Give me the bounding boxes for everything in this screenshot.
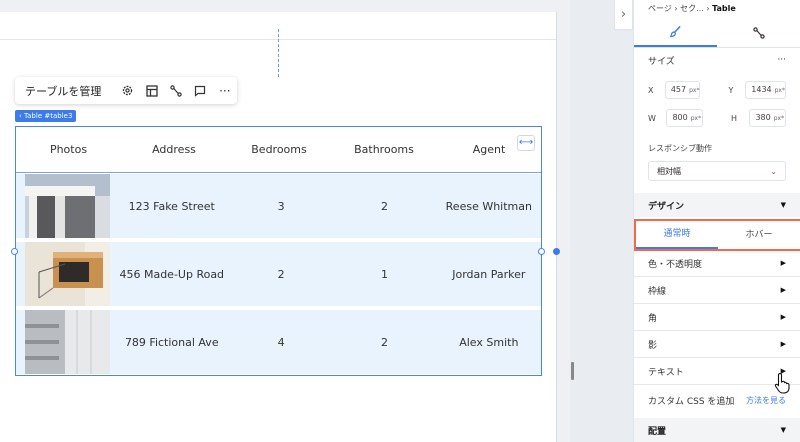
triangle-down-icon: ▼ bbox=[780, 201, 786, 209]
breadcrumb-current: Table bbox=[712, 4, 736, 13]
editor-canvas: テーブルを管理 ··· ‹ Table #table3 Photos Addre… bbox=[0, 0, 570, 442]
breadcrumb-section[interactable]: セク... bbox=[680, 4, 704, 13]
property-corners[interactable]: 角 ▶ bbox=[634, 304, 800, 331]
layout-icon[interactable] bbox=[140, 77, 164, 104]
guide-line bbox=[278, 29, 279, 77]
house-photo bbox=[25, 242, 110, 306]
stretch-icon[interactable]: ⟷ bbox=[517, 135, 535, 151]
property-border[interactable]: 枠線 ▶ bbox=[634, 277, 800, 304]
size-label: サイズ bbox=[648, 56, 675, 67]
responsive-dropdown[interactable]: 相対幅 ⌄ bbox=[648, 161, 786, 181]
address-cell: 789 Fictional Ave bbox=[124, 335, 219, 349]
bedrooms-cell: 3 bbox=[277, 199, 285, 213]
bedrooms-cell: 2 bbox=[277, 267, 285, 281]
house-photo bbox=[25, 310, 110, 374]
column-header: Photos bbox=[49, 143, 88, 156]
hand-cursor-icon bbox=[774, 372, 792, 399]
connect-icon[interactable] bbox=[164, 77, 188, 104]
arrangement-label: 配置 bbox=[648, 426, 667, 437]
collapse-panel-button[interactable]: › bbox=[614, 0, 633, 30]
agent-cell: Alex Smith bbox=[459, 335, 519, 349]
triangle-right-icon: ▶ bbox=[780, 313, 786, 321]
agent-cell: Jordan Parker bbox=[452, 267, 526, 281]
w-label: W bbox=[648, 113, 656, 123]
anchor-dot[interactable] bbox=[553, 248, 560, 255]
bathrooms-cell: 1 bbox=[380, 267, 388, 281]
triangle-down-icon: ▼ bbox=[780, 426, 786, 434]
comment-icon[interactable] bbox=[188, 77, 212, 104]
state-hover-tab[interactable]: ホバー bbox=[718, 221, 800, 249]
breadcrumb-page[interactable]: ページ bbox=[648, 4, 672, 13]
width-field[interactable]: 800 px* bbox=[666, 109, 703, 127]
h-label: H bbox=[731, 113, 738, 123]
table-widget[interactable]: Photos Address Bedrooms Bathrooms Agent … bbox=[15, 126, 542, 376]
table-row[interactable]: 789 Fictional Ave 4 2 Alex Smith bbox=[16, 310, 541, 374]
bedrooms-cell: 4 bbox=[277, 335, 285, 349]
x-field[interactable]: 457 px* bbox=[664, 81, 701, 99]
height-field[interactable]: 380 px* bbox=[749, 109, 786, 127]
more-icon[interactable]: ··· bbox=[777, 55, 786, 65]
property-shadow[interactable]: 影 ▶ bbox=[634, 331, 800, 358]
gear-icon[interactable] bbox=[115, 77, 139, 104]
chevron-down-icon: ⌄ bbox=[770, 166, 777, 176]
custom-css-label: カスタム CSS を追加 bbox=[648, 397, 735, 407]
property-color[interactable]: 色・不透明度 ▶ bbox=[634, 250, 800, 277]
house-photo bbox=[25, 174, 110, 238]
responsive-value: 相対幅 bbox=[657, 166, 681, 176]
y-field[interactable]: 1434 px* bbox=[745, 81, 786, 99]
column-header: Bedrooms bbox=[251, 143, 307, 156]
size-section-header: サイズ ··· bbox=[634, 50, 800, 70]
state-normal-tab[interactable]: 通常時 bbox=[636, 221, 718, 249]
left-resize-handle[interactable] bbox=[11, 248, 18, 255]
breadcrumb: ページ › セク... › Table bbox=[634, 0, 800, 18]
address-cell: 123 Fake Street bbox=[128, 199, 215, 213]
right-resize-handle[interactable] bbox=[538, 248, 545, 255]
y-label: Y bbox=[728, 85, 734, 95]
table-row[interactable]: 123 Fake Street 3 2 Reese Whitman bbox=[16, 174, 541, 238]
column-header: Bathrooms bbox=[354, 143, 414, 156]
table-header-row: Photos Address Bedrooms Bathrooms Agent bbox=[16, 127, 541, 173]
triangle-right-icon: ▶ bbox=[780, 259, 786, 267]
panel-tabs bbox=[634, 18, 800, 48]
design-label: デザイン bbox=[648, 201, 685, 212]
triangle-right-icon: ▶ bbox=[780, 286, 786, 294]
selection-tag[interactable]: ‹ Table #table3 bbox=[15, 110, 77, 122]
position-row: X 457 px* Y 1434 px* bbox=[634, 76, 800, 104]
more-icon[interactable]: ··· bbox=[213, 77, 237, 104]
address-cell: 456 Made-Up Road bbox=[119, 267, 225, 281]
table-toolbar: テーブルを管理 ··· bbox=[15, 77, 237, 104]
x-label: X bbox=[648, 85, 654, 95]
state-switcher: 通常時 ホバー bbox=[634, 219, 800, 251]
triangle-right-icon: ▶ bbox=[780, 340, 786, 348]
bathrooms-cell: 2 bbox=[380, 335, 388, 349]
column-header: Address bbox=[152, 143, 196, 156]
table-row[interactable]: 456 Made-Up Road 2 1 Jordan Parker bbox=[16, 242, 541, 306]
dimension-row: W 800 px* H 380 px* bbox=[634, 104, 800, 132]
manage-table-button[interactable]: テーブルを管理 bbox=[25, 83, 101, 99]
design-section-header[interactable]: デザイン ▼ bbox=[634, 193, 800, 217]
responsive-label: レスポンシブ動作 bbox=[648, 143, 712, 153]
agent-cell: Reese Whitman bbox=[445, 199, 532, 213]
bathrooms-cell: 2 bbox=[380, 199, 388, 213]
scrollbar[interactable] bbox=[571, 362, 574, 380]
design-brush-icon[interactable] bbox=[634, 18, 717, 47]
connect-icon[interactable] bbox=[717, 18, 800, 47]
arrangement-section-header[interactable]: 配置 ▼ bbox=[634, 418, 800, 442]
